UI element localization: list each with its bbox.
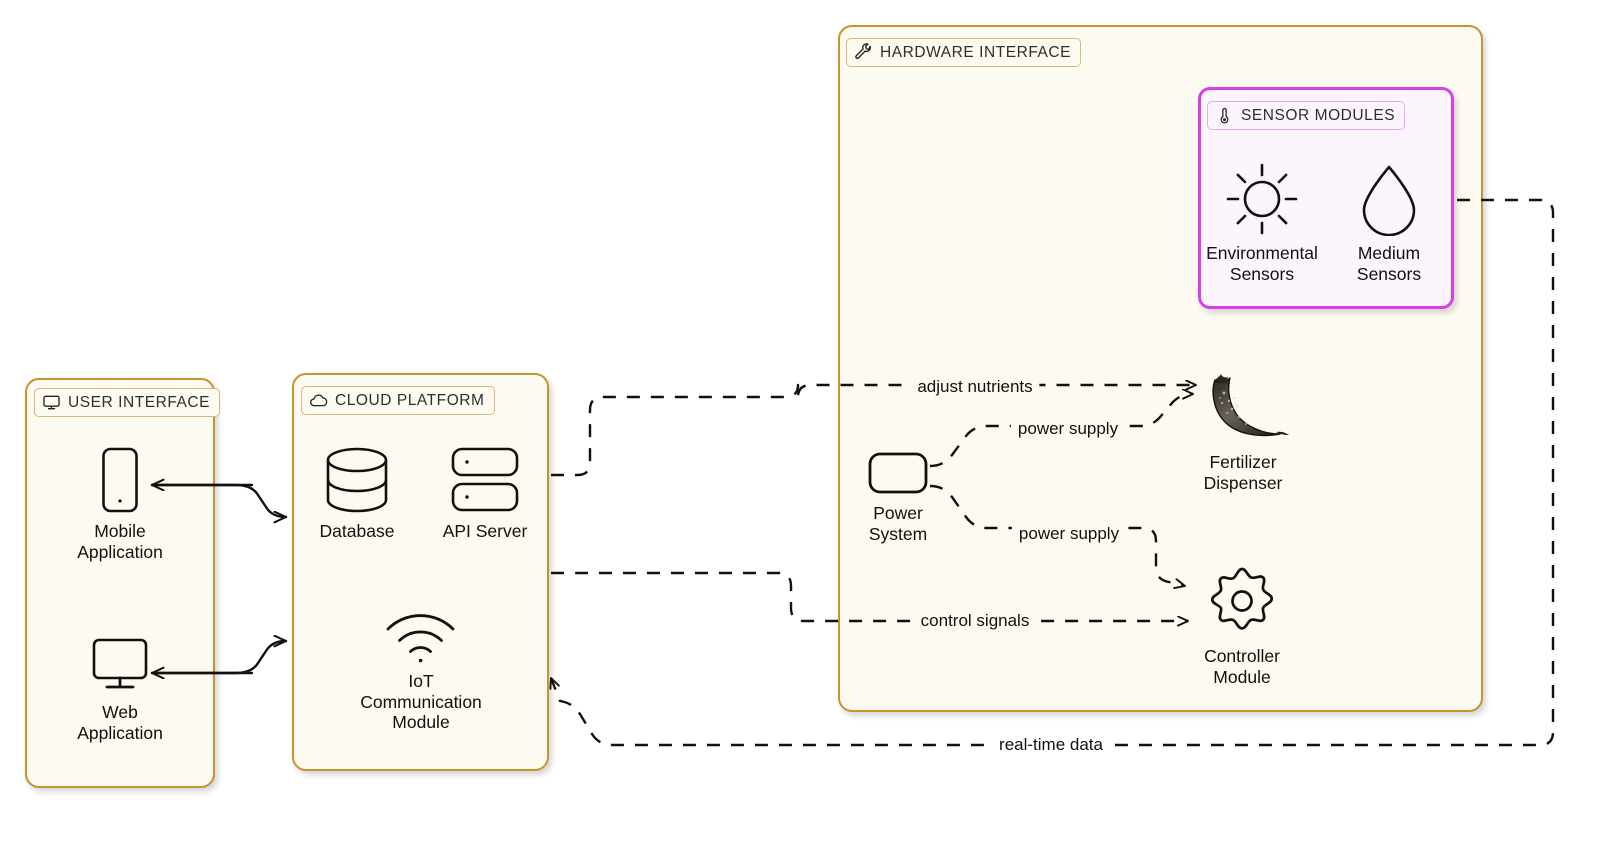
diagram-canvas: HARDWARE INTERFACE SENSOR MODULES USER I… — [0, 0, 1600, 854]
node-fertilizer-dispenser[interactable]: Fertilizer Dispenser — [1158, 371, 1328, 493]
node-medium-sensors[interactable]: Medium Sensors — [1304, 162, 1474, 284]
database-cylinder-icon — [326, 447, 388, 513]
edge-label-power-supply-controller: power supply — [1011, 524, 1127, 544]
node-api-server[interactable]: API Server — [420, 444, 550, 542]
node-label: Database — [319, 521, 395, 541]
mobile-phone-icon — [102, 447, 138, 513]
node-label: Power System — [868, 503, 928, 544]
wifi-signal-icon — [386, 614, 455, 663]
sun-icon — [1226, 163, 1298, 235]
node-label: Medium Sensors — [1356, 243, 1422, 284]
node-iot-communication-module[interactable]: IoT Communication Module — [336, 602, 506, 733]
water-droplet-icon — [1362, 165, 1416, 236]
node-power-system[interactable]: Power System — [813, 450, 983, 544]
edge-label-power-supply-fertilizer: power supply — [1010, 419, 1126, 439]
group-title-label: USER INTERFACE — [68, 393, 211, 411]
node-label: Mobile Application — [77, 521, 163, 562]
node-label: Web Application — [77, 702, 163, 743]
group-title-label: CLOUD PLATFORM — [335, 391, 485, 409]
group-title-user-interface: USER INTERFACE — [34, 388, 221, 417]
group-title-hardware-interface: HARDWARE INTERFACE — [846, 38, 1082, 67]
edge-label-adjust-nutrients: adjust nutrients — [910, 377, 1040, 397]
thermometer-icon — [1220, 107, 1229, 124]
group-title-cloud-platform: CLOUD PLATFORM — [301, 386, 495, 415]
group-title-sensor-modules: SENSOR MODULES — [1207, 101, 1406, 130]
node-controller-module[interactable]: Controller Module — [1157, 565, 1327, 687]
node-label: API Server — [442, 521, 528, 541]
desktop-monitor-icon — [92, 638, 148, 689]
battery-icon — [868, 452, 928, 494]
monitor-icon — [43, 395, 60, 410]
server-racks-icon — [451, 447, 519, 512]
fertilizer-horn-icon — [1212, 374, 1289, 437]
node-mobile-application[interactable]: Mobile Application — [35, 446, 205, 562]
edge-label-control-signals: control signals — [913, 611, 1037, 631]
node-web-application[interactable]: Web Application — [35, 637, 205, 743]
group-title-label: HARDWARE INTERFACE — [880, 43, 1072, 61]
edge-control-signals-path — [551, 571, 1188, 621]
node-database[interactable]: Database — [292, 446, 422, 542]
cloud-icon — [310, 394, 328, 407]
group-title-label: SENSOR MODULES — [1241, 106, 1396, 124]
edge-label-real-time-data: real-time data — [992, 735, 1110, 755]
node-label: Fertilizer Dispenser — [1203, 452, 1283, 493]
gear-icon — [1210, 567, 1274, 630]
node-label: Environmental Sensors — [1206, 243, 1318, 284]
node-label: Controller Module — [1204, 646, 1280, 687]
node-label: IoT Communication Module — [360, 671, 482, 732]
wrench-icon — [855, 43, 871, 59]
